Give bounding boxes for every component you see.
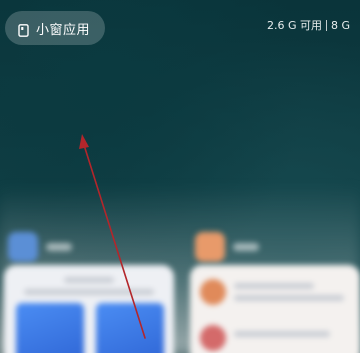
swipe-up-arrow-icon — [79, 134, 146, 339]
